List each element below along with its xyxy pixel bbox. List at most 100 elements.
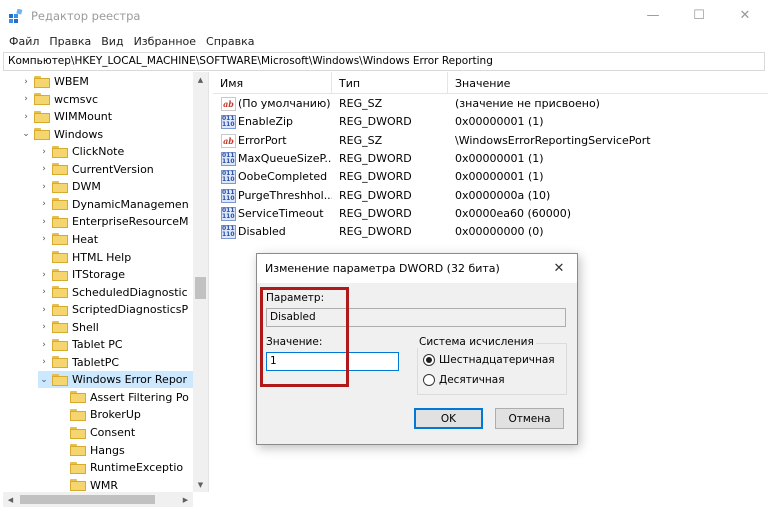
value-type: REG_DWORD — [339, 188, 412, 202]
binary-value-icon: 011 110 — [221, 188, 236, 203]
tree-item[interactable]: BrokerUp — [56, 406, 199, 423]
radio-decimal[interactable]: Десятичная — [423, 374, 505, 386]
collapsed-chevron-icon[interactable]: › — [38, 164, 50, 174]
tree-item[interactable]: › Heat — [38, 231, 199, 248]
scroll-down-arrow-icon[interactable]: ▼ — [193, 477, 208, 492]
cancel-button[interactable]: Отмена — [495, 408, 564, 429]
binary-value-icon: 011 110 — [221, 170, 236, 185]
tree-item[interactable]: ⌄ Windows — [20, 126, 199, 143]
list-item[interactable]: 011 110 PurgeThreshhol... REG_DWORD 0x00000… — [213, 187, 768, 205]
radio-hexadecimal[interactable]: Шестнадцатеричная — [423, 354, 555, 366]
minimize-button[interactable]: — — [630, 0, 676, 31]
value-data: \WindowsErrorReportingServicePort — [455, 133, 651, 147]
collapsed-chevron-icon[interactable]: › — [38, 182, 50, 192]
column-name[interactable]: Имя — [213, 72, 332, 94]
dialog-title-bar: Изменение параметра DWORD (32 бита) ✕ — [257, 254, 577, 283]
tree-item[interactable]: › ITStorage — [38, 266, 199, 283]
menu-help[interactable]: Справка — [201, 35, 259, 48]
collapsed-chevron-icon[interactable]: › — [38, 287, 50, 297]
menu-file[interactable]: Файл — [4, 35, 44, 48]
tree-item[interactable]: › DWM — [38, 178, 199, 195]
tree-item[interactable]: › Shell — [38, 319, 199, 336]
collapsed-chevron-icon[interactable]: › — [38, 270, 50, 280]
radio-selected-icon[interactable] — [423, 354, 435, 366]
tree-item[interactable]: › wcmsvc — [20, 91, 199, 108]
tree-item-label: RuntimeExceptio — [90, 461, 184, 475]
collapsed-chevron-icon[interactable]: › — [38, 217, 50, 227]
address-bar[interactable]: Компьютер\HKEY_LOCAL_MACHINE\SOFTWARE\Mi… — [3, 52, 765, 71]
tree-item[interactable]: › Tablet PC — [38, 336, 199, 353]
list-item[interactable]: ab (По умолчанию) REG_SZ (значение не присв… — [213, 95, 768, 113]
list-item[interactable]: 011 110 OobeCompleted REG_DWORD 0x00000001 … — [213, 168, 768, 186]
tree-item[interactable]: › TabletPC — [38, 354, 199, 371]
scroll-right-arrow-icon[interactable]: ▶ — [178, 492, 193, 507]
folder-icon — [52, 215, 68, 228]
tree-item-label: CurrentVersion — [72, 162, 154, 176]
tree-item-label: EnterpriseResourceM — [72, 215, 189, 229]
menu-edit[interactable]: Правка — [44, 35, 96, 48]
tree-item[interactable]: › EnterpriseResourceM — [38, 213, 199, 230]
collapsed-chevron-icon[interactable]: › — [20, 77, 32, 87]
scroll-left-arrow-icon[interactable]: ◀ — [3, 492, 18, 507]
tree-item[interactable]: › WIMMount — [20, 108, 199, 125]
tree-item-label: TabletPC — [72, 355, 120, 369]
binary-value-icon: 011 110 — [221, 206, 236, 221]
value-name: OobeCompleted — [238, 170, 328, 184]
close-button[interactable]: ✕ — [722, 0, 768, 31]
collapsed-chevron-icon[interactable]: › — [20, 94, 32, 104]
tree-item-label: DynamicManagemen — [72, 197, 189, 211]
value-type: REG_SZ — [339, 97, 383, 110]
menu-view[interactable]: Вид — [96, 35, 128, 48]
folder-icon — [34, 110, 50, 123]
tree-item[interactable]: › ScheduledDiagnostic — [38, 284, 199, 301]
collapsed-chevron-icon[interactable]: › — [38, 234, 50, 244]
tree-item[interactable]: Hangs — [56, 442, 199, 459]
ok-button[interactable]: OK — [414, 408, 483, 429]
collapsed-chevron-icon[interactable]: › — [38, 305, 50, 315]
tree-item[interactable]: RuntimeExceptio — [56, 459, 199, 476]
value-type: REG_SZ — [339, 133, 383, 147]
tree-vertical-scrollbar[interactable]: ▲ ▼ — [193, 72, 208, 492]
list-item[interactable]: 011 110 Disabled REG_DWORD 0x00000000 (0) — [213, 223, 768, 241]
tree-item[interactable]: › ClickNote — [38, 143, 199, 160]
tree-item[interactable]: › ScriptedDiagnosticsP — [38, 301, 199, 318]
collapsed-chevron-icon[interactable]: › — [38, 357, 50, 367]
list-item[interactable]: 011 110 ServiceTimeout REG_DWORD 0x0000ea60… — [213, 205, 768, 223]
collapsed-chevron-icon[interactable]: › — [38, 322, 50, 332]
value-name: ErrorPort — [238, 133, 287, 147]
maximize-button[interactable]: ☐ — [676, 0, 722, 31]
radio-unselected-icon[interactable] — [423, 374, 435, 386]
tree-item[interactable]: HTML Help — [38, 249, 199, 266]
tree-item[interactable]: › CurrentVersion — [38, 161, 199, 178]
column-type[interactable]: Тип — [332, 72, 448, 94]
value-data: 0x00000001 (1) — [455, 151, 544, 165]
scroll-thumb[interactable] — [195, 277, 206, 299]
folder-icon — [52, 338, 68, 351]
binary-value-icon: 011 110 — [221, 225, 236, 240]
value-name: PurgeThreshhol... — [238, 188, 332, 202]
dialog-close-icon[interactable]: ✕ — [547, 258, 571, 278]
list-item[interactable]: 011 110 MaxQueueSizeP... REG_DWORD 0x000000… — [213, 150, 768, 168]
tree-horizontal-scrollbar[interactable]: ◀ ▶ — [3, 492, 193, 507]
scroll-thumb-horizontal[interactable] — [20, 495, 155, 504]
tree-item[interactable]: ⌄ Windows Error Repor — [38, 371, 199, 389]
tree-item[interactable]: Consent — [56, 424, 199, 441]
menu-favorites[interactable]: Избранное — [129, 35, 201, 48]
expanded-chevron-icon[interactable]: ⌄ — [20, 129, 32, 139]
tree-item[interactable]: › DynamicManagemen — [38, 196, 199, 213]
collapsed-chevron-icon[interactable]: › — [38, 147, 50, 157]
value-data: 0x0000ea60 (60000) — [455, 206, 572, 220]
tree-item[interactable]: WMR — [56, 477, 199, 492]
scroll-up-arrow-icon[interactable]: ▲ — [193, 72, 208, 87]
tree-item-label: Heat — [72, 232, 99, 246]
tree-item[interactable]: › WBEM — [20, 73, 199, 90]
column-value[interactable]: Значение — [448, 72, 768, 94]
list-item[interactable]: ab ErrorPort REG_SZ \WindowsErrorReportingS… — [213, 132, 768, 150]
list-item[interactable]: 011 110 EnableZip REG_DWORD 0x00000001 (1) — [213, 113, 768, 131]
tree-item[interactable]: Assert Filtering Po — [56, 389, 199, 406]
expanded-chevron-icon[interactable]: ⌄ — [38, 375, 50, 385]
collapsed-chevron-icon[interactable]: › — [20, 112, 32, 122]
folder-icon — [52, 145, 68, 158]
collapsed-chevron-icon[interactable]: › — [38, 199, 50, 209]
collapsed-chevron-icon[interactable]: › — [38, 340, 50, 350]
